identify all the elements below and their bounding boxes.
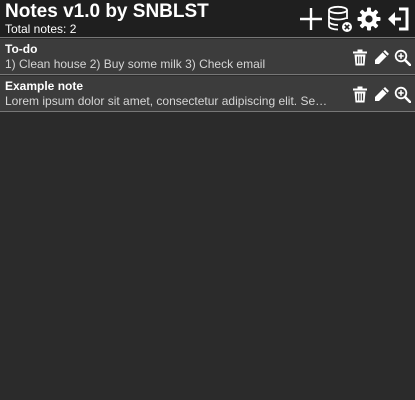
- zoom-in-icon: [394, 86, 411, 103]
- app-header: Notes v1.0 by SNBLST Total notes: 2: [0, 0, 415, 38]
- zoom-in-icon: [394, 49, 411, 66]
- note-title: To-do: [5, 42, 38, 56]
- note-preview: 1) Clean house 2) Buy some milk 3) Check…: [5, 57, 266, 71]
- delete-note-button[interactable]: [351, 48, 369, 66]
- pencil-icon: [374, 49, 389, 64]
- add-note-button[interactable]: [298, 5, 324, 33]
- note-actions: [351, 85, 411, 103]
- trash-icon: [353, 86, 367, 102]
- delete-note-button[interactable]: [351, 85, 369, 103]
- note-item[interactable]: Example note Lorem ipsum dolor sit amet,…: [0, 76, 415, 112]
- trash-icon: [353, 49, 367, 65]
- view-note-button[interactable]: [393, 48, 411, 66]
- clear-database-button[interactable]: [327, 5, 353, 33]
- note-item[interactable]: To-do 1) Clean house 2) Buy some milk 3)…: [0, 39, 415, 75]
- settings-button[interactable]: [356, 5, 382, 33]
- notes-list: To-do 1) Clean house 2) Buy some milk 3)…: [0, 39, 415, 112]
- database-delete-icon: [328, 5, 352, 32]
- view-note-button[interactable]: [393, 85, 411, 103]
- edit-note-button[interactable]: [372, 48, 390, 66]
- note-actions: [351, 48, 411, 66]
- plus-icon: [300, 8, 322, 30]
- gear-icon: [357, 7, 381, 31]
- edit-note-button[interactable]: [372, 85, 390, 103]
- note-title: Example note: [5, 79, 84, 93]
- exit-icon: [388, 7, 409, 31]
- total-notes-count: Total notes: 2: [5, 22, 77, 36]
- note-preview: Lorem ipsum dolor sit amet, consectetur …: [5, 94, 330, 108]
- app-title: Notes v1.0 by SNBLST: [5, 1, 209, 22]
- toolbar: [298, 5, 411, 33]
- pencil-icon: [374, 86, 389, 101]
- exit-button[interactable]: [385, 5, 411, 33]
